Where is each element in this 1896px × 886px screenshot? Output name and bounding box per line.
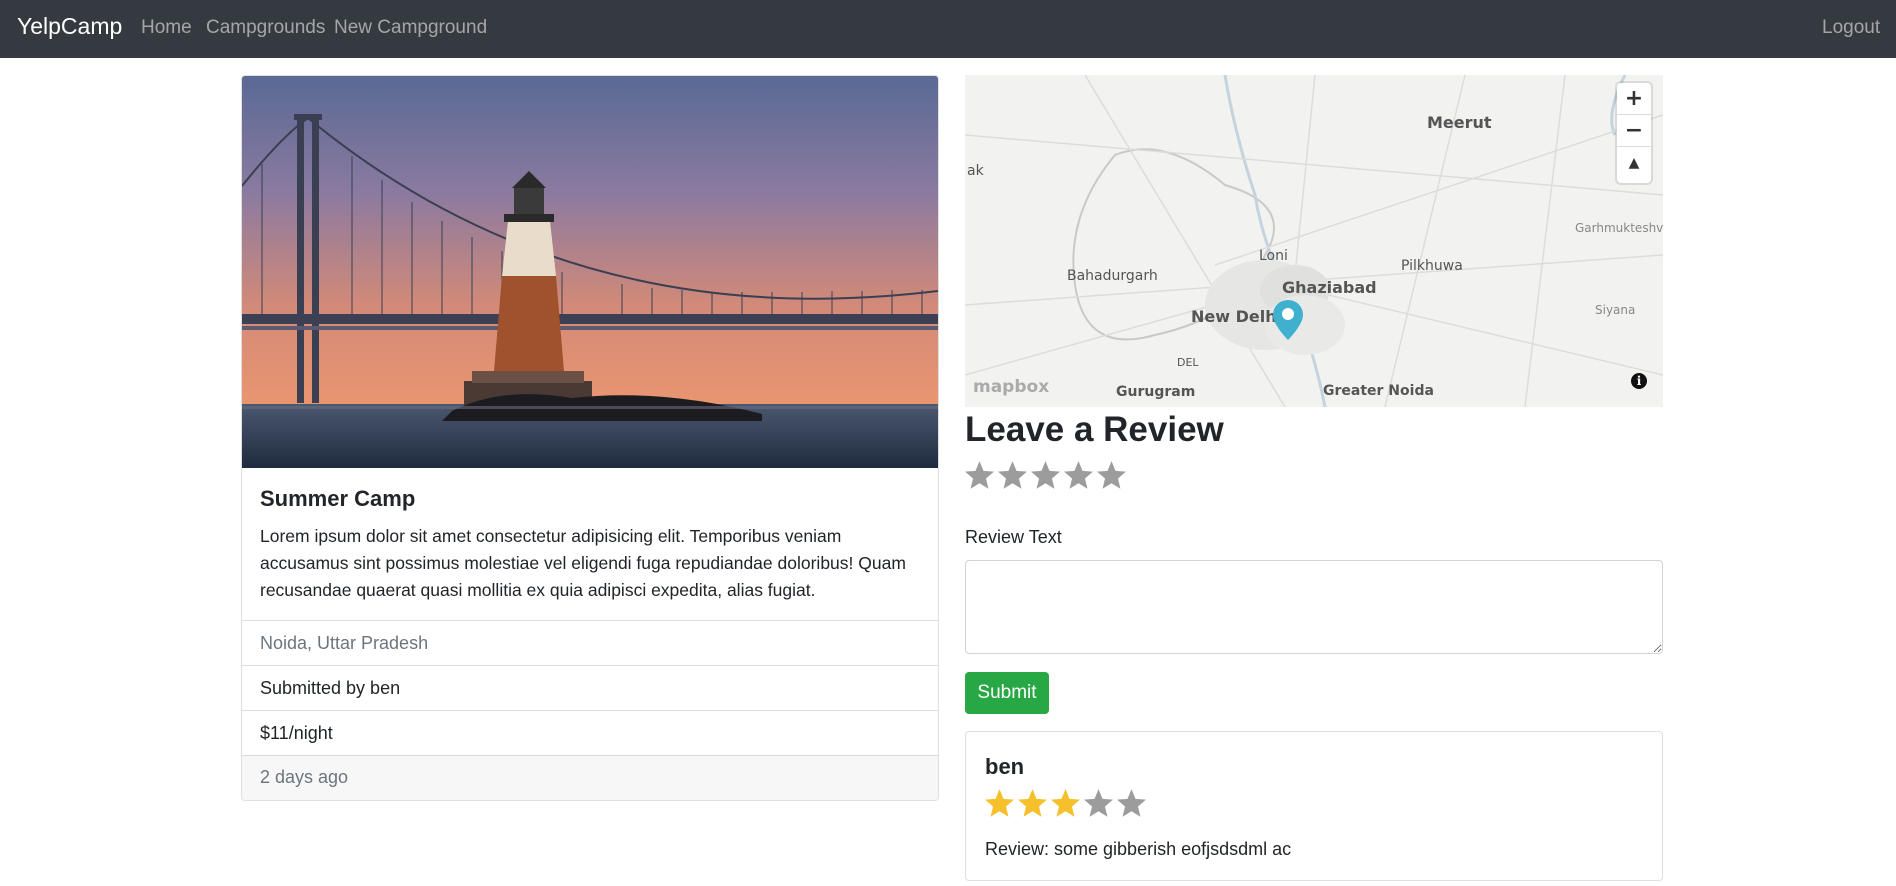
card-body: Summer Camp Lorem ipsum dolor sit amet c…	[242, 468, 938, 620]
map-tiles	[965, 75, 1663, 407]
star-empty-icon	[1084, 789, 1113, 817]
review-text-input[interactable]	[965, 560, 1663, 654]
review-text: Review: some gibberish eofjsdsdml ac	[985, 839, 1292, 859]
star-empty-icon[interactable]	[1062, 459, 1095, 492]
campground-image	[242, 76, 938, 468]
mapbox-logo[interactable]: mapbox	[973, 377, 1049, 397]
map-label-gurugram: Gurugram	[1116, 384, 1196, 400]
review-heading: Leave a Review	[965, 410, 1224, 449]
nav-home-link[interactable]: Home	[141, 17, 192, 39]
star-empty-icon[interactable]	[963, 459, 996, 492]
star-empty-icon[interactable]	[996, 459, 1029, 492]
submit-review-button[interactable]: Submit	[965, 672, 1049, 714]
review-author: ben	[985, 754, 1025, 779]
star-empty-icon[interactable]	[1095, 459, 1128, 492]
brand-link[interactable]: YelpCamp	[17, 13, 122, 40]
compass-button[interactable]: ▲	[1617, 147, 1651, 179]
star-filled-icon	[1018, 789, 1047, 817]
star-filled-icon	[985, 789, 1014, 817]
nav-new-campground-link[interactable]: New Campground	[334, 17, 487, 39]
map-label-meerut: Meerut	[1427, 113, 1492, 132]
logout-link[interactable]: Logout	[1822, 17, 1880, 39]
nav-campgrounds-link[interactable]: Campgrounds	[206, 17, 325, 39]
star-empty-icon[interactable]	[1029, 459, 1062, 492]
rating-input[interactable]	[963, 459, 1128, 492]
zoom-out-button[interactable]: −	[1617, 115, 1651, 147]
map-marker-icon[interactable]	[1273, 300, 1303, 340]
map-label-ak: ak	[967, 163, 984, 179]
campground-description: Lorem ipsum dolor sit amet consectetur a…	[260, 526, 906, 600]
review-text-label: Review Text	[965, 527, 1062, 547]
campground-location: Noida, Uttar Pradesh	[242, 620, 938, 665]
map-zoom-controls: + − ▲	[1617, 83, 1651, 183]
campground-card: Summer Camp Lorem ipsum dolor sit amet c…	[241, 75, 939, 801]
campground-posted-time: 2 days ago	[242, 755, 938, 800]
star-empty-icon	[1117, 789, 1146, 817]
map-label-garhmukteshv: Garhmukteshv	[1575, 221, 1663, 235]
map-label-greater-noida: Greater Noida	[1323, 383, 1434, 399]
review-rating	[983, 787, 1148, 820]
navbar: YelpCamp Home Campgrounds New Campground…	[0, 0, 1896, 58]
map-label-del: DEL	[1177, 356, 1199, 369]
zoom-in-button[interactable]: +	[1617, 83, 1651, 115]
map-label-siyana: Siyana	[1595, 303, 1636, 317]
map-label-bahadurgarh: Bahadurgarh	[1067, 268, 1158, 284]
map[interactable]: Meerut ak Garhmukteshv Bahadurgarh Loni …	[965, 75, 1663, 407]
campground-price: $11/night	[242, 710, 938, 755]
map-label-new-delhi: New Delhi	[1191, 307, 1283, 326]
map-label-pilkhuwa: Pilkhuwa	[1401, 258, 1463, 274]
info-icon[interactable]: i	[1631, 373, 1647, 389]
campground-author: Submitted by ben	[242, 665, 938, 710]
map-label-ghaziabad: Ghaziabad	[1282, 278, 1377, 297]
map-label-loni: Loni	[1259, 248, 1288, 264]
review-card: ben Review: some gibberish eofjsdsdml ac	[965, 731, 1663, 881]
campground-title: Summer Camp	[260, 486, 416, 511]
star-filled-icon	[1051, 789, 1080, 817]
